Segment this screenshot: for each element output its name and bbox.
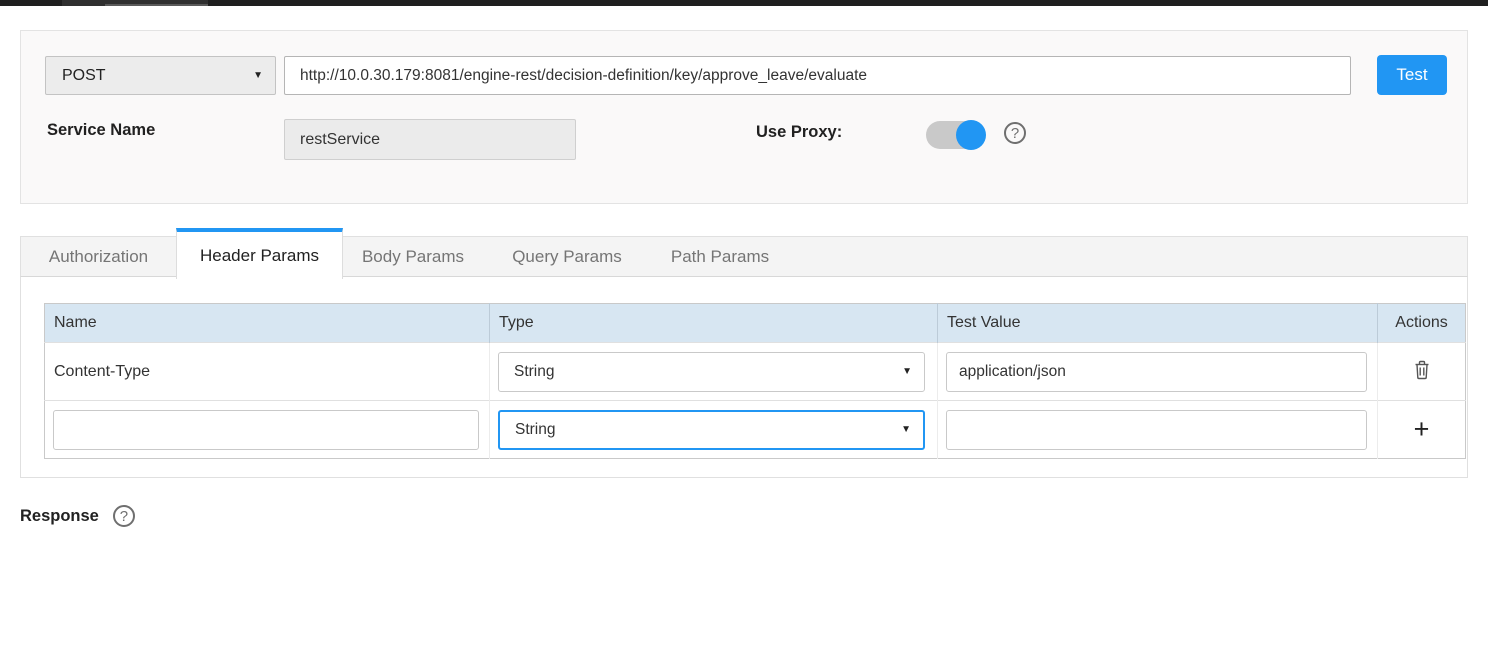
table-header-row: Name Type Test Value Actions [45,304,1466,343]
toggle-knob [956,120,986,150]
param-test-value-input[interactable] [946,352,1367,392]
top-bar-segment-line [105,4,208,6]
header-params-panel: Name Type Test Value Actions Content-Typ… [20,277,1468,478]
tab-path-params[interactable]: Path Params [657,237,783,277]
new-param-name-input[interactable] [53,410,479,450]
table-row: Content-Type String ▼ [45,343,1466,401]
trash-icon [1412,369,1432,384]
tab-bar: Authorization Header Params Body Params … [20,236,1468,277]
column-header-actions: Actions [1378,304,1466,343]
column-header-test-value: Test Value [938,304,1378,343]
column-header-name: Name [45,304,490,343]
column-header-type: Type [490,304,938,343]
method-select[interactable]: POST ▼ [45,56,276,95]
tab-query-params[interactable]: Query Params [499,237,635,277]
tab-header-params[interactable]: Header Params [176,228,343,279]
param-type-select[interactable]: String ▼ [498,352,925,392]
plus-icon: + [1414,414,1430,444]
use-proxy-label: Use Proxy: [756,123,842,142]
chevron-down-icon: ▼ [901,425,911,435]
request-panel: POST ▼ Test Service Name Use Proxy: ? [20,30,1468,204]
table-row: String ▼ + [45,401,1466,459]
test-button[interactable]: Test [1377,55,1447,95]
param-name-text: Content-Type [45,363,489,381]
new-param-type-value: String [515,421,901,439]
service-name-label: Service Name [47,121,155,140]
service-name-input[interactable] [284,119,576,160]
new-param-type-select[interactable]: String ▼ [498,410,925,450]
delete-param-button[interactable] [1406,357,1438,386]
tab-body-params[interactable]: Body Params [349,237,477,277]
response-help-icon[interactable]: ? [113,505,135,527]
chevron-down-icon: ▼ [253,71,263,81]
response-label: Response [20,507,99,526]
params-table: Name Type Test Value Actions Content-Typ… [44,303,1466,459]
add-param-button[interactable]: + [1408,414,1436,445]
use-proxy-toggle[interactable] [926,121,984,149]
chevron-down-icon: ▼ [902,367,912,377]
tab-authorization[interactable]: Authorization [21,237,177,277]
top-bar [0,0,1488,6]
proxy-help-icon[interactable]: ? [1004,122,1026,144]
param-type-value: String [514,363,902,381]
response-section: Response ? [20,505,135,527]
new-param-test-value-input[interactable] [946,410,1367,450]
url-input[interactable] [284,56,1351,95]
method-select-value: POST [62,67,253,85]
